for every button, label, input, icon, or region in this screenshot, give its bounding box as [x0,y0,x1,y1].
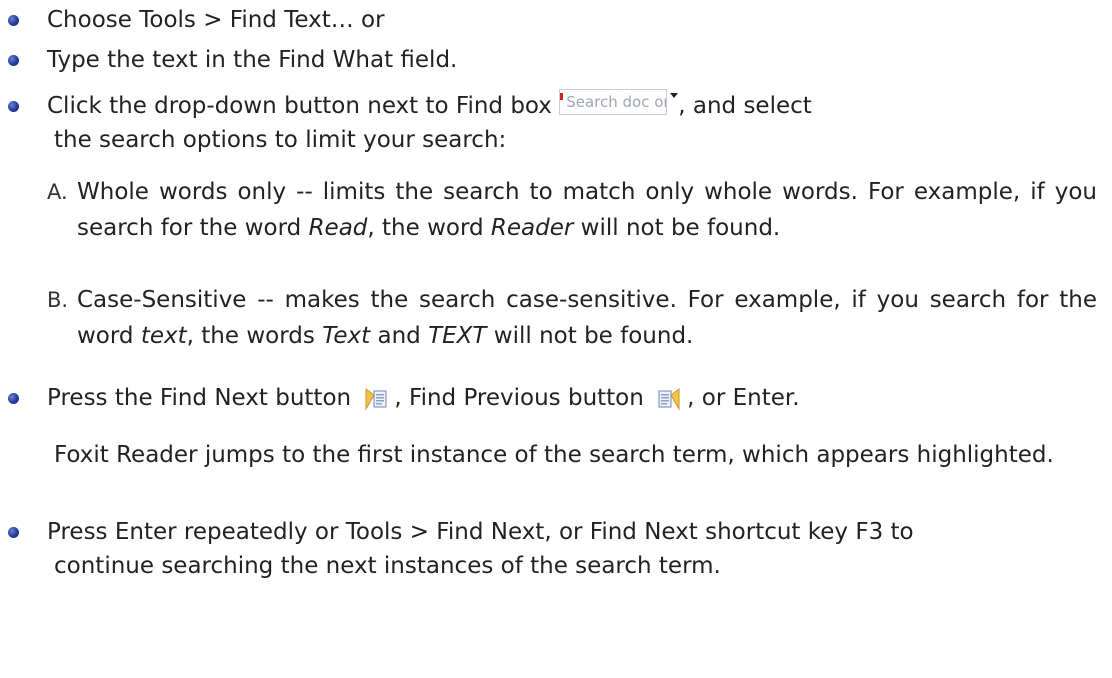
option-whole-words: Whole words only -- limits the search to… [77,174,1097,246]
bullet-icon [8,15,19,26]
bullet-icon [8,101,19,112]
step-click-dropdown-continuation: the search options to limit your search: [54,127,507,153]
option-emphasis: text [140,323,187,349]
step-text: , Find Previous button [394,385,652,411]
step-press-enter: Press Enter repeatedly or Tools > Find N… [47,519,914,545]
option-emphasis: Reader [490,215,574,241]
step-choose-find-text: Choose Tools > Find Text… or [47,7,385,33]
search-box-marker [560,93,564,100]
option-emphasis: Read [308,215,368,241]
bullet-icon [8,527,19,538]
option-emphasis: Text [322,323,371,349]
option-text: , the word [367,215,491,241]
option-label-a: A. [47,180,68,204]
step-type-text: Type the text in the Find What field. [47,47,458,73]
step-press-find-next: Press the Find Next button , Find Previo… [47,383,800,413]
step-text: Click the drop-down button next to Find … [47,93,560,119]
bullet-icon [8,393,19,404]
step-press-enter-continuation: continue searching the next instances of… [54,553,721,579]
search-box-screenshot: Search doc or web [559,89,668,115]
bullet-icon [8,55,19,66]
step-text: , and select [678,93,812,119]
search-box-placeholder: Search doc or web [566,93,666,111]
step-text: , or Enter. [687,385,800,411]
result-note: Foxit Reader jumps to the first instance… [54,442,1054,468]
find-previous-icon [657,387,681,411]
option-text: will not be found. [486,323,694,349]
option-text: and [370,323,429,349]
option-text: will not be found. [573,215,781,241]
option-label-b: B. [47,288,69,312]
option-text: , the words [186,323,323,349]
find-next-icon [364,387,388,411]
step-click-dropdown: Click the drop-down button next to Find … [47,89,812,121]
step-text: Press the Find Next button [47,385,359,411]
option-emphasis: TEXT [428,323,487,349]
option-case-sensitive: Case-Sensitive -- makes the search case-… [77,282,1097,354]
